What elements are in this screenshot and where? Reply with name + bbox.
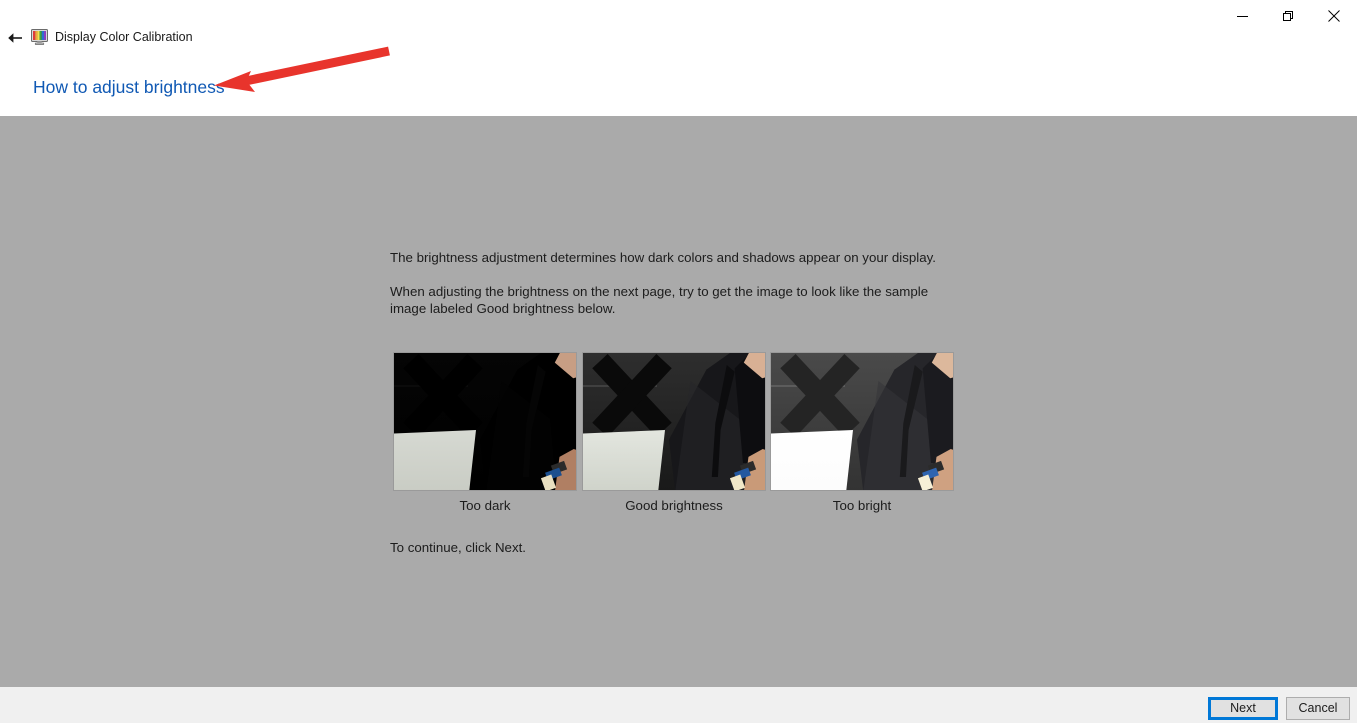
light-sheet — [394, 430, 476, 490]
window-title: Display Color Calibration — [55, 30, 193, 44]
app-header: Display Color Calibration — [0, 26, 1357, 50]
close-icon — [1328, 10, 1340, 22]
monitor-color-icon — [31, 29, 48, 45]
back-arrow-icon — [7, 33, 22, 43]
continue-paragraph: To continue, click Next. — [390, 540, 526, 555]
red-pointer-arrow — [205, 42, 400, 97]
sample-image-good-brightness — [582, 352, 766, 491]
intro-paragraph: The brightness adjustment determines how… — [390, 250, 936, 265]
back-button[interactable] — [2, 26, 26, 50]
light-sheet — [771, 430, 853, 490]
light-sheet — [583, 430, 665, 490]
wizard-footer — [0, 687, 1357, 723]
sample-image-row: Too dark Good brightness Too bright — [393, 352, 958, 513]
wizard-content-panel: The brightness adjustment determines how… — [0, 116, 1357, 687]
sample-image-too-bright — [770, 352, 954, 491]
restore-icon — [1282, 10, 1293, 21]
sample-image-too-dark — [393, 352, 577, 491]
wall-x-marking — [589, 353, 675, 438]
sample-label-too-dark: Too dark — [459, 498, 511, 513]
sample-label-good-brightness: Good brightness — [625, 498, 723, 513]
cancel-button[interactable]: Cancel — [1286, 697, 1350, 720]
page-heading-link[interactable]: How to adjust brightness — [33, 76, 225, 98]
wall-x-marking — [400, 353, 486, 438]
wall-x-marking — [777, 353, 863, 438]
instruction-paragraph: When adjusting the brightness on the nex… — [390, 284, 929, 316]
sample-label-too-bright: Too bright — [832, 498, 892, 513]
minimize-icon — [1236, 15, 1248, 17]
next-button[interactable]: Next — [1208, 697, 1278, 720]
